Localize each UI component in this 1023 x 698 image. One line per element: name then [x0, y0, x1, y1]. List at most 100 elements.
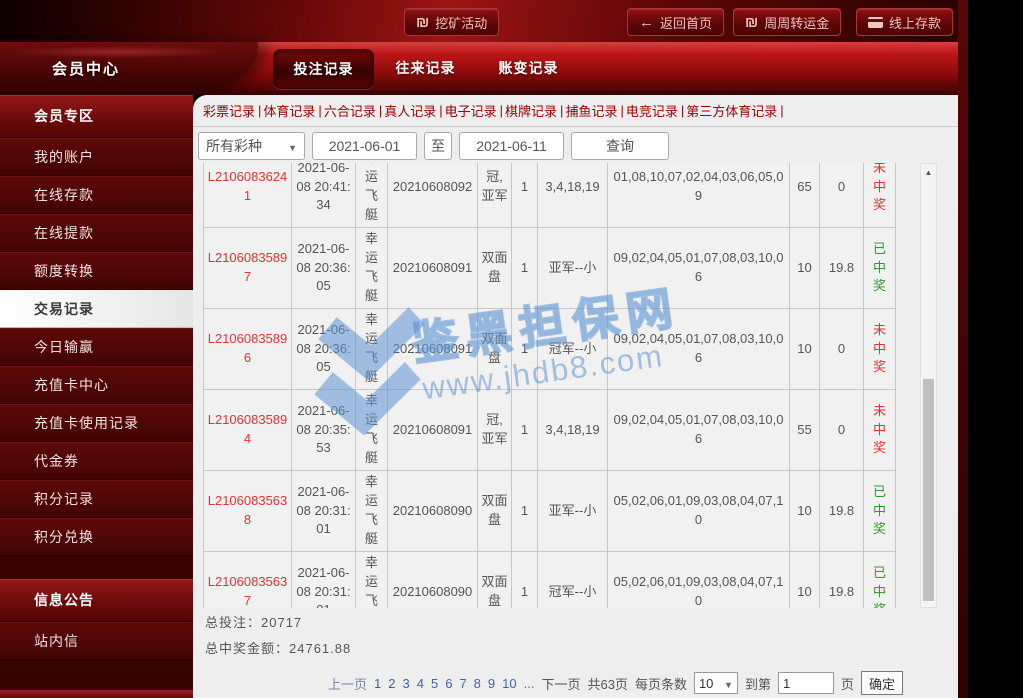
page-number-link[interactable]: 4: [417, 676, 424, 691]
bet-content-cell: 亚军--小: [538, 228, 608, 309]
date-from-input[interactable]: [312, 132, 417, 160]
lottery-name-cell: 幸运飞艇: [356, 309, 388, 390]
topbar: 挖矿活动 返回首页 周周转运金 线上存款: [0, 0, 968, 42]
order-number-cell[interactable]: L21060835637: [204, 552, 292, 609]
sidebar-item[interactable]: 在线提款: [0, 214, 193, 252]
multiple-cell: 1: [512, 163, 538, 228]
prev-page-link[interactable]: 上一页: [328, 674, 367, 693]
sidebar-section-announcements[interactable]: 信息公告: [0, 579, 193, 622]
online-deposit-button[interactable]: 线上存款: [856, 8, 953, 36]
member-center-panel: [0, 42, 258, 95]
back-home-button[interactable]: 返回首页: [627, 8, 724, 36]
issue-number-cell: 20210608090: [388, 471, 478, 552]
draw-result-cell: 05,02,06,01,09,03,08,04,07,10: [608, 471, 790, 552]
subnav-link[interactable]: 六合记录: [324, 101, 376, 120]
status-cell: 未中奖: [864, 390, 896, 471]
scrollbar-thumb[interactable]: [923, 379, 934, 601]
tab-account-change-records[interactable]: 账变记录: [480, 49, 577, 87]
subnav-link[interactable]: 彩票记录: [203, 101, 255, 120]
subnav-link[interactable]: 棋牌记录: [505, 101, 557, 120]
order-number-cell[interactable]: L21060835638: [204, 471, 292, 552]
page-number-link[interactable]: 10: [502, 676, 516, 691]
sidebar-gap: [0, 556, 193, 579]
per-page-label: 每页条数: [635, 674, 687, 693]
issue-number-cell: 20210608091: [388, 228, 478, 309]
order-number-cell[interactable]: L21060835897: [204, 228, 292, 309]
subnav-link[interactable]: 捕鱼记录: [565, 101, 617, 120]
sidebar-item[interactable]: 在线存款: [0, 176, 193, 214]
sidebar-item[interactable]: 站内信: [0, 622, 193, 660]
bank-card-icon: [868, 17, 883, 28]
sidebar-item[interactable]: 积分记录: [0, 480, 193, 518]
page-number-link[interactable]: 1: [374, 676, 381, 691]
sidebar-section-member-zone[interactable]: 会员专区: [0, 95, 193, 138]
page-number-link[interactable]: 3: [403, 676, 410, 691]
sidebar-item[interactable]: 交易记录: [0, 290, 193, 328]
sidebar-item[interactable]: 充值卡使用记录: [0, 404, 193, 442]
per-page-select[interactable]: 10: [694, 672, 738, 694]
sidebar-item[interactable]: 今日输赢: [0, 328, 193, 366]
page-canvas: 挖矿活动 返回首页 周周转运金 线上存款 会员中心 投注记录 往来记录 账变记录…: [0, 0, 1023, 698]
subnav-link[interactable]: 体育记录: [263, 101, 315, 120]
subnav-link[interactable]: 电子记录: [445, 101, 497, 120]
lottery-type-select[interactable]: 所有彩种: [198, 132, 305, 160]
subnav-link[interactable]: 第三方体育记录: [686, 101, 777, 120]
search-button[interactable]: 查询: [571, 132, 669, 160]
sidebar-item[interactable]: 额度转换: [0, 252, 193, 290]
bet-time-cell: 2021-06-08 20:36:05: [292, 309, 356, 390]
mining-activity-button[interactable]: 挖矿活动: [404, 8, 499, 36]
subnav-link[interactable]: 电竞记录: [626, 101, 678, 120]
issue-number-cell: 20210608091: [388, 390, 478, 471]
page-number-link[interactable]: 8: [474, 676, 481, 691]
order-number-cell[interactable]: L21060835896: [204, 309, 292, 390]
page-number-link[interactable]: 9: [488, 676, 495, 691]
sidebar-item[interactable]: 充值卡中心: [0, 366, 193, 404]
page-right-edge: [958, 0, 968, 698]
subnav-link[interactable]: 真人记录: [384, 101, 436, 120]
sidebar-item[interactable]: 我的账户: [0, 138, 193, 176]
sidebar-item[interactable]: 代金券: [0, 442, 193, 480]
sidebar-item[interactable]: 积分兑换: [0, 518, 193, 556]
subnav-separator: |: [379, 103, 382, 118]
total-bet-summary: 总投注：20717: [205, 612, 302, 631]
page-number-link[interactable]: 2: [388, 676, 395, 691]
status-cell: 已中奖: [864, 228, 896, 309]
weekly-bonus-button[interactable]: 周周转运金: [733, 8, 841, 36]
sidebar-item-label: 充值卡中心: [34, 375, 109, 395]
table-row: L21060835896 2021-06-08 20:36:05 幸运飞艇 20…: [204, 309, 896, 390]
page-number-link[interactable]: 5: [431, 676, 438, 691]
navbar: 会员中心 投注记录 往来记录 账变记录: [0, 42, 968, 95]
table-scrollbar[interactable]: [920, 163, 937, 608]
tab-transfer-records[interactable]: 往来记录: [377, 49, 474, 87]
lottery-type-value: 所有彩种: [206, 136, 262, 156]
payout-cell: 19.8: [820, 228, 864, 309]
multiple-cell: 1: [512, 390, 538, 471]
sidebar-info-items: 站内信: [0, 622, 193, 660]
page-number-link[interactable]: 6: [445, 676, 452, 691]
goto-page-input[interactable]: [778, 672, 834, 694]
multiple-cell: 1: [512, 228, 538, 309]
order-number-cell[interactable]: L21060836241: [204, 163, 292, 228]
page-number-link[interactable]: 7: [459, 676, 466, 691]
order-number-cell[interactable]: L21060835894: [204, 390, 292, 471]
confirm-button[interactable]: 确定: [861, 671, 903, 695]
play-type-cell: 冠,亚军: [478, 163, 512, 228]
tab-bet-records[interactable]: 投注记录: [273, 49, 374, 89]
shekel-icon: [416, 14, 429, 31]
bet-amount-cell: 55: [790, 390, 820, 471]
table-row: L21060835637 2021-06-08 20:31:01 幸运飞艇 20…: [204, 552, 896, 609]
multiple-cell: 1: [512, 552, 538, 609]
next-page-link[interactable]: 下一页: [541, 674, 580, 693]
date-to-input[interactable]: [459, 132, 564, 160]
bet-content-cell: 冠军--小: [538, 309, 608, 390]
table-row: L21060835894 2021-06-08 20:35:53 幸运飞艇 20…: [204, 390, 896, 471]
table-row: L21060835638 2021-06-08 20:31:01 幸运飞艇 20…: [204, 471, 896, 552]
payout-cell: 19.8: [820, 471, 864, 552]
draw-result-cell: 01,08,10,07,02,04,03,06,05,09: [608, 163, 790, 228]
page-unit-label: 页: [841, 674, 854, 693]
scroll-up-arrow-icon[interactable]: [921, 164, 936, 180]
subnav-separator: |: [258, 103, 261, 118]
sidebar-item-label: 我的账户: [34, 147, 94, 167]
draw-result-cell: 05,02,06,01,09,03,08,04,07,10: [608, 552, 790, 609]
lottery-name-cell: 幸运飞艇: [356, 163, 388, 228]
